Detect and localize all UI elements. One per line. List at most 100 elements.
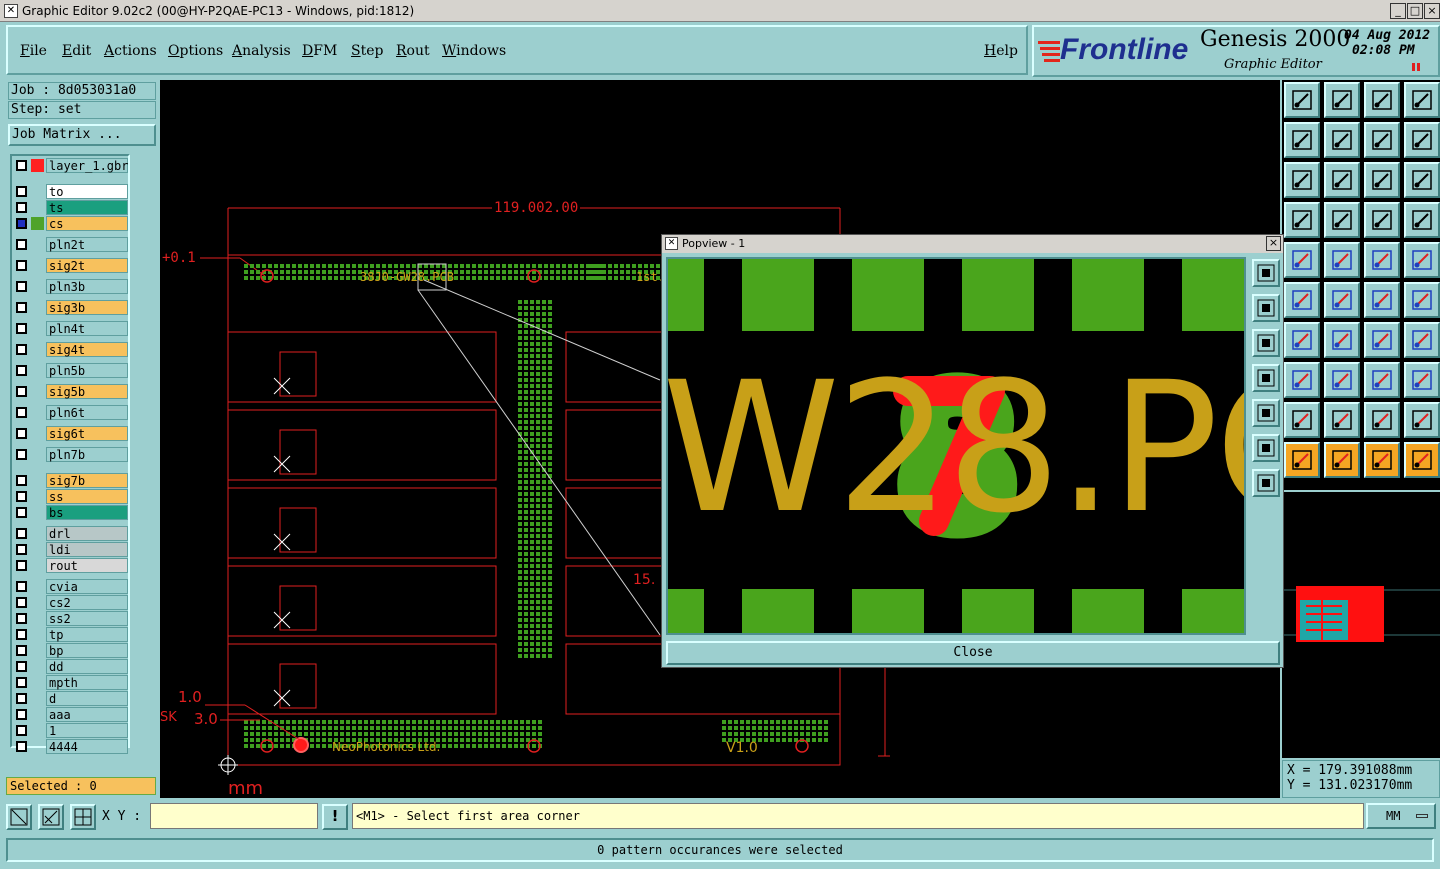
layer-checkbox[interactable] (16, 344, 27, 355)
layer-row-pln6t[interactable]: pln6t (14, 405, 128, 420)
layer-checkbox[interactable] (16, 160, 27, 171)
snap-button[interactable] (38, 804, 64, 830)
menu-step[interactable]: Step (351, 43, 383, 59)
layer-name[interactable]: sig2t (46, 258, 128, 273)
draw-arc-tool-button[interactable] (1324, 322, 1360, 358)
zoom-pointer-tool-button[interactable] (1364, 442, 1400, 478)
group-tool-button[interactable] (1404, 362, 1440, 398)
snap-config-tool-button[interactable] (1364, 202, 1400, 238)
layer-name[interactable]: layer_1.gbr (46, 158, 128, 173)
layer-name[interactable]: dd (46, 659, 128, 674)
copy-tool-button[interactable] (1404, 282, 1440, 318)
layer-name[interactable]: bp (46, 643, 128, 658)
layer-name[interactable]: 1 (46, 723, 128, 738)
zoom-fit-tool-button[interactable] (1284, 162, 1320, 198)
layer-row-4444[interactable]: 4444 (14, 739, 128, 754)
add-line-tool-button[interactable] (1324, 242, 1360, 278)
layer-row-1[interactable]: 1 (14, 723, 128, 738)
align-tool-button[interactable] (1324, 362, 1360, 398)
layer-row-sig4t[interactable]: sig4t (14, 342, 128, 357)
layer-name[interactable]: ldi (46, 542, 128, 557)
layer-name[interactable]: drl (46, 526, 128, 541)
popview-close-button[interactable]: Close (666, 641, 1280, 665)
warning-button[interactable]: ! (322, 804, 348, 830)
overview-map[interactable] (1282, 492, 1440, 758)
layer-row-ldi[interactable]: ldi (14, 542, 128, 557)
layer-checkbox[interactable] (16, 260, 27, 271)
layer-row-sig6t[interactable]: sig6t (14, 426, 128, 441)
layer-name[interactable]: ts (46, 200, 128, 215)
layer-name[interactable]: mpth (46, 675, 128, 690)
layer-checkbox[interactable] (16, 613, 27, 624)
flip-triangle-tool-button[interactable] (1404, 402, 1440, 438)
ruler-tool-button[interactable] (1364, 242, 1400, 278)
layer-checkbox[interactable] (16, 449, 27, 460)
help-tool-button[interactable] (1404, 162, 1440, 198)
layer-name[interactable]: pln6t (46, 405, 128, 420)
layer-name[interactable]: 4444 (46, 739, 128, 754)
menu-dfm[interactable]: DFM (302, 43, 337, 59)
layer-checkbox[interactable] (16, 629, 27, 640)
layer-row-mpth[interactable]: mpth (14, 675, 128, 690)
layer-row-ts[interactable]: ts (14, 200, 128, 215)
mirror-tool-button[interactable] (1404, 322, 1440, 358)
layer-checkbox[interactable] (16, 677, 27, 688)
net-select-tool-button[interactable] (1284, 282, 1320, 318)
outline-triangle-tool-button[interactable] (1364, 402, 1400, 438)
menu-edit[interactable]: Edit (62, 43, 91, 59)
layer-name[interactable]: pln2t (46, 237, 128, 252)
layer-row-rout[interactable]: rout (14, 558, 128, 573)
layer-row-pln2t[interactable]: pln2t (14, 237, 128, 252)
layer-checkbox[interactable] (16, 491, 27, 502)
popview-page-right-button[interactable] (1252, 399, 1280, 427)
layer-name[interactable]: to (46, 184, 128, 199)
layer-checkbox[interactable] (16, 239, 27, 250)
maximize-button[interactable]: □ (1407, 3, 1423, 19)
layer-checkbox[interactable] (16, 218, 27, 229)
cut-triangle-tool-button[interactable] (1324, 402, 1360, 438)
job-matrix-button[interactable]: Job Matrix ... (8, 124, 156, 146)
layer-name[interactable]: sig4t (46, 342, 128, 357)
layer-checkbox[interactable] (16, 202, 27, 213)
layer-name[interactable]: pln4t (46, 321, 128, 336)
menu-file[interactable]: File (20, 43, 47, 59)
xy-input[interactable] (150, 803, 318, 829)
layer-row-drl[interactable]: drl (14, 526, 128, 541)
move-tool-button[interactable] (1364, 282, 1400, 318)
popview-close-icon[interactable]: × (1266, 236, 1281, 251)
layer-checkbox[interactable] (16, 475, 27, 486)
units-select[interactable]: MM (1366, 803, 1436, 829)
layer-row-bp[interactable]: bp (14, 643, 128, 658)
popview-canvas[interactable]: 8 W28.PC (666, 257, 1246, 635)
page-down-tool-button[interactable] (1324, 82, 1360, 118)
layer-row-tp[interactable]: tp (14, 627, 128, 642)
page-right-tool-button[interactable] (1324, 122, 1360, 158)
layer-row-pln7b[interactable]: pln7b (14, 447, 128, 462)
layer-checkbox[interactable] (16, 323, 27, 334)
layer-checkbox[interactable] (16, 597, 27, 608)
layer-checkbox[interactable] (16, 186, 27, 197)
zoom-area-button[interactable] (6, 804, 32, 830)
feature-info-tool-button[interactable] (1324, 202, 1360, 238)
layer-row-cs[interactable]: cs (14, 216, 128, 231)
layer-row-sig3b[interactable]: sig3b (14, 300, 128, 315)
pan-tool-button[interactable] (1324, 162, 1360, 198)
page-left-tool-button[interactable] (1284, 122, 1320, 158)
popview-page-down-button[interactable] (1252, 329, 1280, 357)
home-tool-button[interactable] (1364, 82, 1400, 118)
undo-view-tool-button[interactable] (1364, 122, 1400, 158)
layer-row-cvia[interactable]: cvia (14, 579, 128, 594)
popview-zoom-out-button[interactable] (1252, 469, 1280, 497)
select-box-tool-button[interactable] (1324, 442, 1360, 478)
layer-checkbox[interactable] (16, 560, 27, 571)
popview-page-up-button[interactable] (1252, 294, 1280, 322)
layer-checkbox[interactable] (16, 386, 27, 397)
layer-checkbox[interactable] (16, 645, 27, 656)
layer-checkbox[interactable] (16, 725, 27, 736)
layer-checkbox[interactable] (16, 507, 27, 518)
mark-tool-button[interactable] (1284, 362, 1320, 398)
layer-name[interactable]: sig5b (46, 384, 128, 399)
menu-actions[interactable]: Actions (104, 43, 157, 59)
layer-row-pln3b[interactable]: pln3b (14, 279, 128, 294)
layer-name[interactable]: d (46, 691, 128, 706)
